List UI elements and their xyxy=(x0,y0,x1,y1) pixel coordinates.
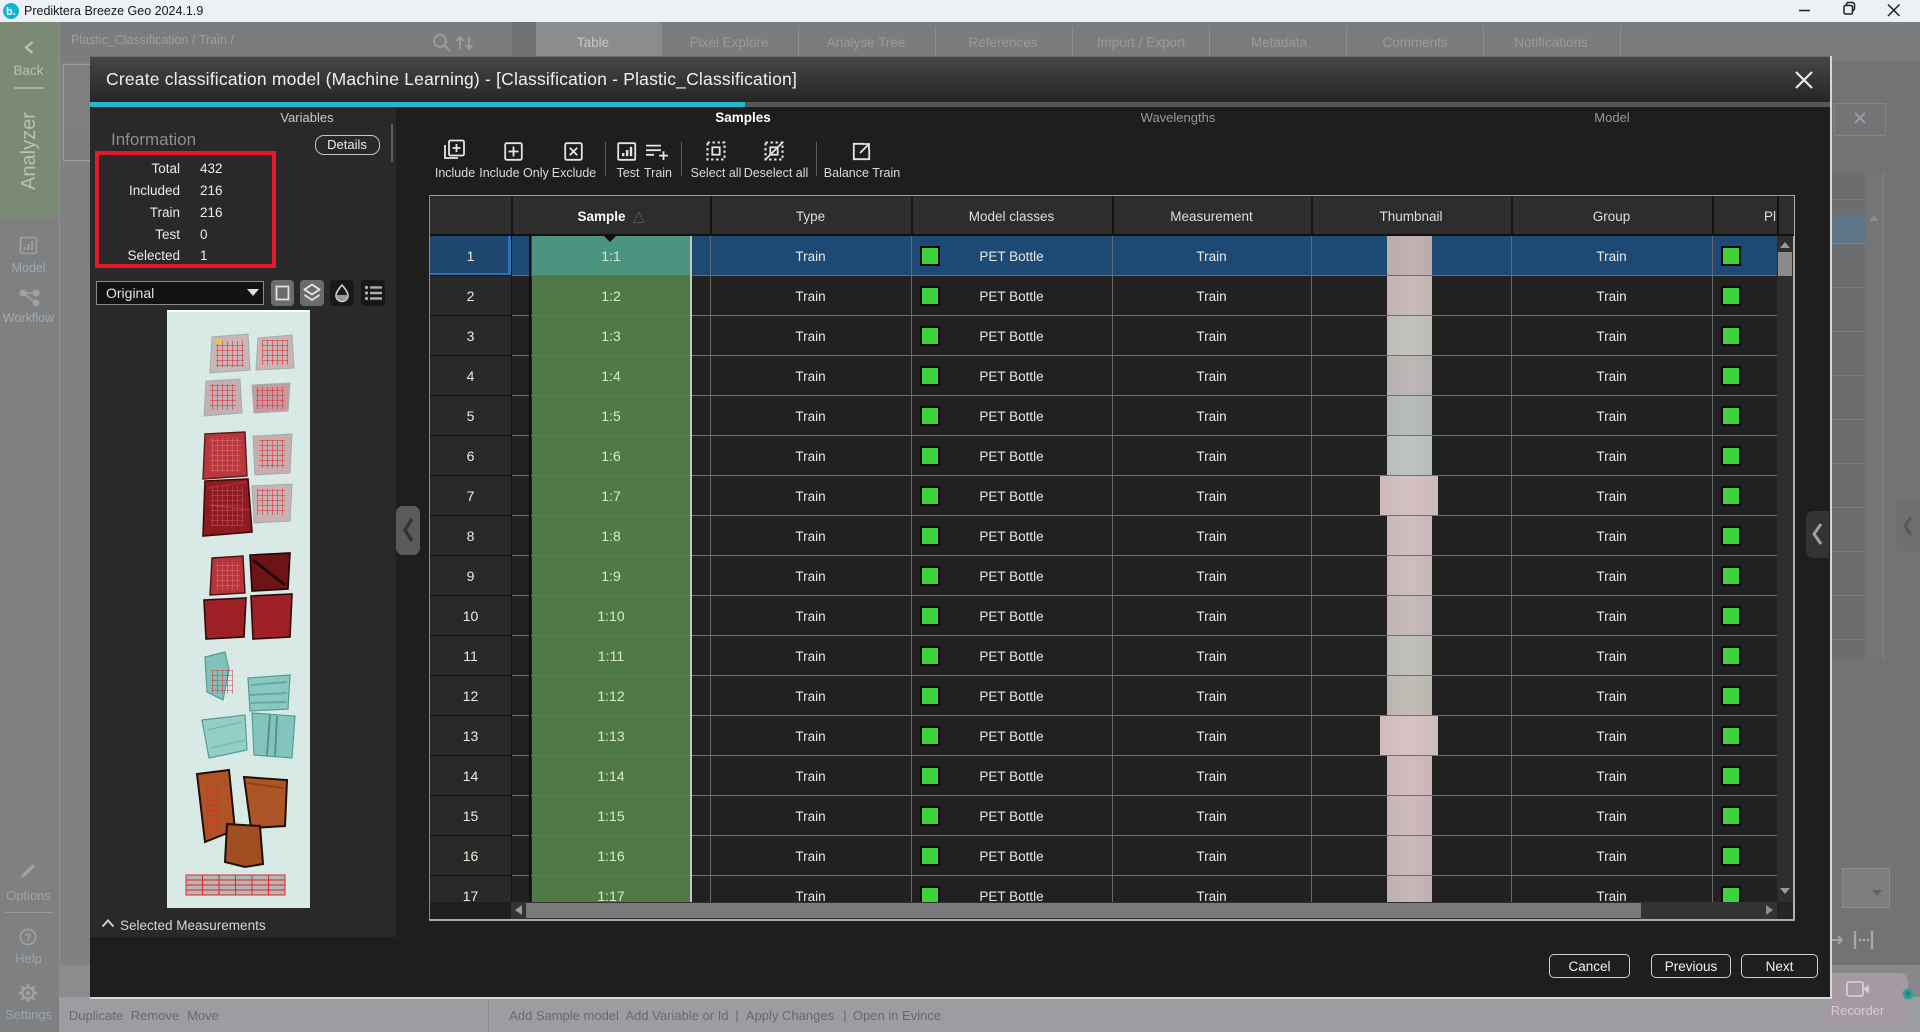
svg-text:b.: b. xyxy=(6,6,16,18)
svg-text:?: ? xyxy=(25,932,32,944)
